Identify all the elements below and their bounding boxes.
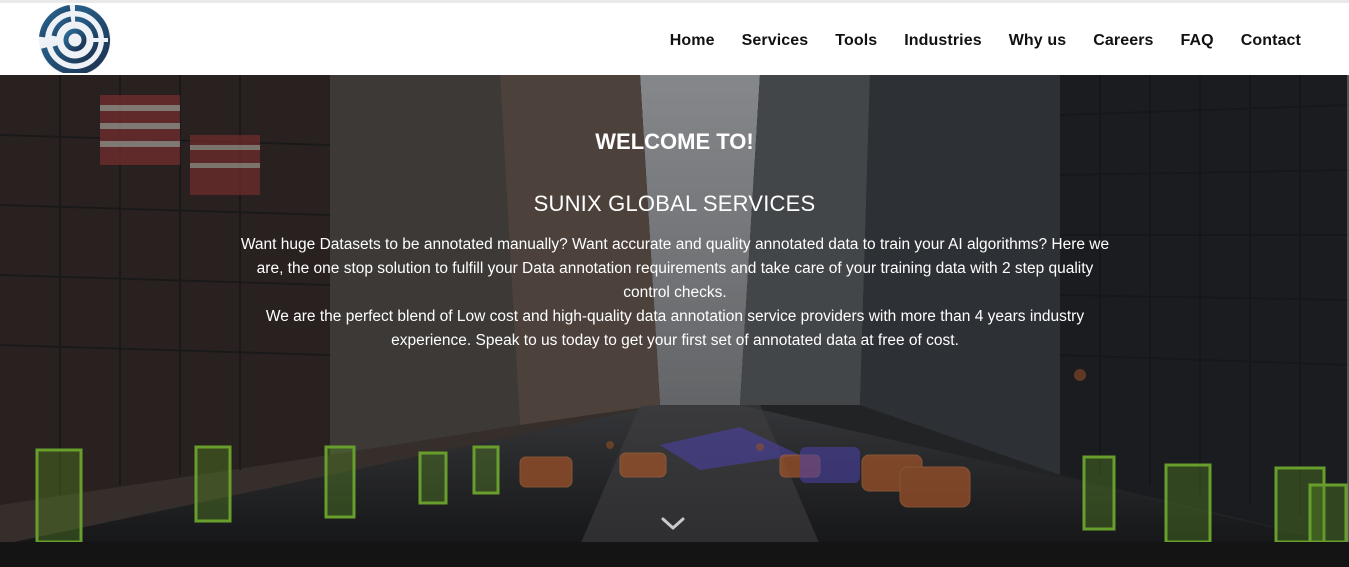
company-name: SUNIX GLOBAL SERVICES — [533, 191, 816, 216]
hero-section: WELCOME TO! SUNIX GLOBAL SERVICES Want h… — [0, 75, 1349, 542]
site-header: Home Services Tools Industries Why us Ca… — [0, 3, 1349, 76]
nav-home[interactable]: Home — [670, 32, 715, 50]
nav-careers[interactable]: Careers — [1093, 32, 1153, 50]
nav-faq[interactable]: FAQ — [1181, 32, 1214, 50]
hero-paragraph-2: We are the perfect blend of Low cost and… — [265, 308, 1085, 349]
welcome-heading: WELCOME TO! — [595, 129, 754, 154]
main-nav: Home Services Tools Industries Why us Ca… — [643, 3, 1301, 79]
nav-tools[interactable]: Tools — [835, 32, 877, 50]
hero-description: Want huge Datasets to be annotated manua… — [240, 233, 1110, 353]
nav-services[interactable]: Services — [742, 32, 809, 50]
chevron-down-icon[interactable] — [660, 515, 686, 533]
hero-paragraph-1: Want huge Datasets to be annotated manua… — [240, 236, 1110, 301]
logo-icon[interactable] — [34, 4, 116, 76]
nav-industries[interactable]: Industries — [904, 32, 981, 50]
nav-why-us[interactable]: Why us — [1009, 32, 1067, 50]
nav-contact[interactable]: Contact — [1241, 32, 1301, 50]
dark-section-band — [0, 542, 1349, 567]
